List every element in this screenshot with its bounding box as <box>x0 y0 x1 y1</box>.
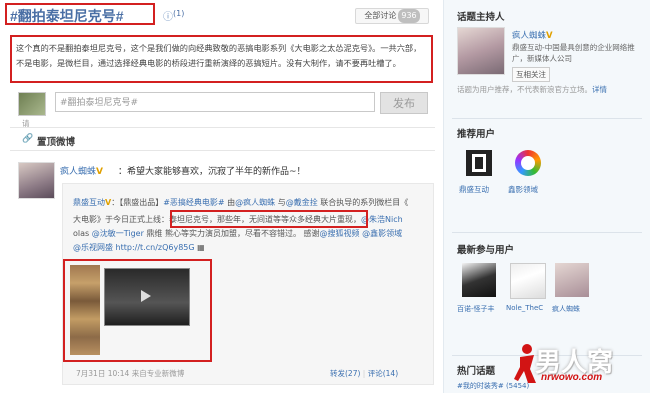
post-input-placeholder: #翻拍泰坦尼克号# <box>60 98 139 108</box>
host-avatar[interactable] <box>457 27 505 75</box>
recent-user-avatar-1[interactable] <box>462 263 496 297</box>
post-text: ：希望大家能够喜欢，沉寂了半年的新作品~！ <box>118 167 306 177</box>
section-divider <box>10 150 435 151</box>
all-discussions-label: 全部讨论 <box>364 11 397 20</box>
all-discussions-count: 936 <box>398 9 420 23</box>
quoted-line-4: @乐视网盛 http://t.cn/zQ6y85G ▦ <box>73 241 425 255</box>
info-circle-icon[interactable]: ⓘ <box>163 8 173 23</box>
host-note-text: 话题为用户推荐，不代表新浪官方立场。 <box>457 85 592 94</box>
quoted-text: olas <box>73 229 90 238</box>
sidebar-divider <box>452 232 642 233</box>
highlight-box-quote-text <box>170 210 368 228</box>
rec-user-1[interactable]: 鼎盛互动 <box>459 184 489 195</box>
recent-user-avatar-3[interactable] <box>555 263 589 297</box>
recent-user-avatar-2[interactable] <box>510 263 546 299</box>
xinying-logo-icon[interactable] <box>515 150 541 176</box>
quoted-author[interactable]: 鼎盛互动 <box>73 198 105 207</box>
mention-link[interactable]: @疯人蜘蛛 <box>235 198 275 207</box>
host-name-text[interactable]: 疯人蜘蛛 <box>512 31 546 41</box>
mention-link[interactable]: @乐视网盛 <box>73 243 113 252</box>
hot-topics-title: 热门话题 <box>457 366 496 377</box>
quoted-text: 大电影》于今日正式上线： <box>73 215 169 224</box>
pinned-section-title: 置顶微博 <box>37 137 76 148</box>
publish-button[interactable]: 发布 <box>380 92 428 114</box>
comment-link[interactable]: 评论(14) <box>368 369 398 378</box>
recent-user-name-2[interactable]: Nole_TheC <box>506 304 543 312</box>
dingsheng-logo-icon[interactable] <box>466 150 492 176</box>
all-discussions-button[interactable]: 全部讨论 936 <box>355 8 429 24</box>
highlight-box-description <box>10 35 433 83</box>
mention-link[interactable]: @沈敏一Tiger <box>92 229 144 238</box>
host-name[interactable]: 疯人蜘蛛V <box>512 29 553 41</box>
follow-button[interactable]: 互相关注 <box>512 67 550 82</box>
host-section-title: 话题主持人 <box>457 12 505 23</box>
verified-badge-icon: V <box>546 31 553 41</box>
post-source[interactable]: 来自专业新微博 <box>132 369 185 378</box>
mention-link[interactable]: @鑫影领域 <box>362 229 402 238</box>
action-separator: | <box>362 369 366 378</box>
forward-link[interactable]: 转发(27) <box>330 369 360 378</box>
hashtag-link[interactable]: #恶搞经典电影# <box>163 198 224 207</box>
quoted-text: 由 <box>224 198 236 207</box>
recent-user-name-1[interactable]: 百诺-怪子丰 <box>457 304 495 314</box>
link-icon: 🔗 <box>22 134 34 144</box>
recommended-section-title: 推荐用户 <box>457 129 496 140</box>
host-note-link[interactable]: 详情 <box>592 85 607 94</box>
post-meta: 7月31日 10:14 来自专业新微博 <box>76 368 184 379</box>
post-author-avatar[interactable] <box>18 162 55 199</box>
verified-badge-icon: V <box>96 167 103 177</box>
host-note: 话题为用户推荐，不代表新浪官方立场。详情 <box>457 84 607 95</box>
short-url-link[interactable]: http://t.cn/zQ6y85G <box>116 243 195 252</box>
topic-count: (1) <box>173 9 185 18</box>
post-input[interactable]: #翻拍泰坦尼克号# <box>55 92 375 112</box>
my-avatar[interactable] <box>18 92 46 116</box>
quoted-text: 联合执导的系列微栏目《 <box>317 198 409 207</box>
highlight-box-title <box>5 3 155 25</box>
sidebar-divider <box>452 118 642 119</box>
watermark-url: nrwowo.com <box>541 372 603 383</box>
post-actions: 转发(27) | 评论(14) <box>330 368 398 379</box>
post-author[interactable]: 疯人蜘蛛V <box>60 164 103 177</box>
quoted-text: 鼎维 熊心等实力演员加盟，尽看不容错过。 感谢 <box>143 229 320 238</box>
highlight-box-media <box>63 259 212 362</box>
recent-users-title: 最新参与用户 <box>457 245 515 256</box>
divider <box>10 127 435 128</box>
post-time[interactable]: 7月31日 10:14 <box>76 369 129 378</box>
mention-link[interactable]: @戴金拴 <box>286 198 318 207</box>
quoted-text: 与 <box>275 198 286 207</box>
quoted-text: ：【鼎盛出品】 <box>111 198 164 207</box>
rec-user-2[interactable]: 鑫影领域 <box>508 184 538 195</box>
quoted-line-3: olas @沈敏一Tiger 鼎维 熊心等实力演员加盟，尽看不容错过。 感谢@搜… <box>73 227 425 241</box>
host-description: 鼎盛互动-中国最具创意的企业网络推广，新媒体人公司 <box>512 43 635 63</box>
post-author-name[interactable]: 疯人蜘蛛 <box>60 167 96 177</box>
quoted-line-1: 鼎盛互动V：【鼎盛出品】#恶搞经典电影# 由@疯人蜘蛛 与@戴金拴 联合执导的系… <box>73 196 425 210</box>
mention-link[interactable]: @搜狐视频 <box>320 229 360 238</box>
video-icon: ▦ <box>197 243 205 252</box>
recent-user-name-3[interactable]: 疯人蜘蛛 <box>552 304 580 314</box>
